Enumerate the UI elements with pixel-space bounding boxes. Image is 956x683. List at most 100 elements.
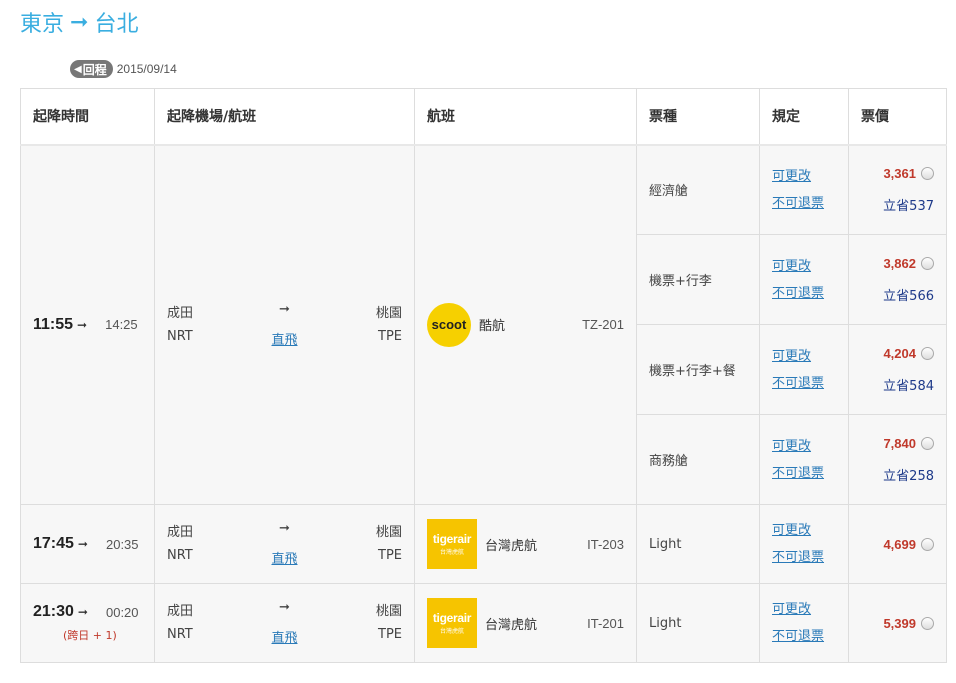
tigerair-logo-sub: 台灣虎航 bbox=[439, 550, 464, 556]
airline-name: 台灣虎航 bbox=[485, 617, 538, 633]
destination-code: TPE bbox=[378, 548, 402, 563]
arrival-time: 20:35 bbox=[105, 536, 139, 552]
fare-price: 3,361 bbox=[883, 165, 916, 181]
route-arrow-icon: ➞ bbox=[279, 600, 290, 615]
fare-select-radio[interactable] bbox=[921, 436, 934, 450]
refund-rule-link[interactable]: 不可退票 bbox=[772, 190, 848, 217]
header-rules: 規定 bbox=[759, 88, 849, 146]
tigerair-logo-text: tigerair bbox=[432, 532, 472, 546]
rules-cell: 可更改 不可退票 bbox=[759, 504, 849, 584]
origin-code: NRT bbox=[167, 548, 193, 563]
fare-price: 4,699 bbox=[883, 536, 916, 552]
header-time: 起降時間 bbox=[20, 88, 155, 146]
price-cell: 4,699 bbox=[848, 504, 947, 584]
destination-city: 台北 bbox=[94, 12, 139, 37]
airline-name: 台灣虎航 bbox=[485, 538, 538, 554]
time-arrow-icon: ➞ bbox=[77, 605, 88, 619]
refund-rule-link[interactable]: 不可退票 bbox=[772, 280, 848, 307]
route-arrow-icon: ➞ bbox=[279, 301, 290, 317]
rules-cell: 可更改 不可退票 bbox=[759, 144, 849, 235]
refund-rule-link[interactable]: 不可退票 bbox=[772, 370, 848, 397]
route-arrow-icon: ➞ bbox=[279, 521, 290, 536]
header-flight: 航班 bbox=[414, 88, 637, 146]
direct-flight-link[interactable]: 直飛 bbox=[271, 552, 297, 567]
fare-price: 4,204 bbox=[883, 345, 916, 361]
arrival-time: 14:25 bbox=[105, 317, 138, 333]
flights-table: 起降時間 起降機場/航班 航班 票種 規定 票價 11:55 ➞ 14:25 成… bbox=[20, 88, 947, 663]
change-rule-link[interactable]: 可更改 bbox=[772, 596, 848, 623]
direct-flight-link[interactable]: 直飛 bbox=[271, 631, 297, 646]
return-label: 回程 bbox=[82, 62, 107, 77]
time-arrow-icon: ➞ bbox=[77, 317, 88, 332]
fare-select-radio[interactable] bbox=[921, 256, 934, 270]
route-title: 東京 ➞ 台北 bbox=[20, 6, 138, 38]
change-rule-link[interactable]: 可更改 bbox=[772, 343, 848, 370]
scoot-logo: scoot bbox=[427, 302, 471, 347]
time-cell: 17:45 ➞ 20:35 bbox=[20, 504, 155, 584]
fare-select-radio[interactable] bbox=[921, 537, 934, 551]
flight-number: TZ-201 bbox=[582, 317, 624, 333]
change-rule-link[interactable]: 可更改 bbox=[772, 517, 848, 544]
flight-rows: 11:55 ➞ 14:25 成田 ➞ 桃園 NRT 直飛 TPE scoot 酷… bbox=[20, 144, 947, 663]
header-fare-type: 票種 bbox=[636, 88, 760, 146]
refund-rule-link[interactable]: 不可退票 bbox=[772, 623, 848, 650]
time-cell: 11:55 ➞ 14:25 bbox=[20, 144, 155, 505]
fare-select-radio[interactable] bbox=[921, 616, 934, 630]
fare-type: 機票+行李 bbox=[636, 234, 760, 325]
destination-airport: 桃園 bbox=[375, 604, 402, 619]
return-info: ◀ 回程 2015/09/14 bbox=[70, 60, 177, 78]
time-cell: 21:30 ➞ 00:20 (跨日 + 1) bbox=[20, 583, 155, 663]
flight-number: IT-201 bbox=[587, 615, 624, 631]
time-arrow-icon: ➞ bbox=[77, 537, 88, 551]
fare-price: 7,840 bbox=[883, 435, 916, 451]
table-header-row: 起降時間 起降機場/航班 航班 票種 規定 票價 bbox=[20, 88, 947, 146]
rules-cell: 可更改 不可退票 bbox=[759, 234, 849, 325]
destination-airport: 桃園 bbox=[375, 305, 402, 321]
tigerair-logo: tigerair 台灣虎航 bbox=[427, 519, 477, 569]
flight-cell: tigerair 台灣虎航 台灣虎航 IT-203 bbox=[414, 504, 637, 584]
fare-type: Light bbox=[636, 583, 760, 663]
tigerair-logo-text: tigerair bbox=[432, 611, 472, 625]
savings-label: 立省566 bbox=[883, 288, 934, 304]
return-date: 2015/09/14 bbox=[116, 62, 177, 76]
change-rule-link[interactable]: 可更改 bbox=[772, 163, 848, 190]
fare-select-radio[interactable] bbox=[921, 166, 934, 180]
flight-cell: scoot 酷航 TZ-201 bbox=[414, 144, 637, 505]
destination-airport: 桃園 bbox=[375, 525, 402, 540]
refund-rule-link[interactable]: 不可退票 bbox=[772, 460, 848, 487]
fare-type: 經濟艙 bbox=[636, 144, 760, 235]
origin-code: NRT bbox=[167, 328, 193, 344]
table-row: 17:45 ➞ 20:35 成田 ➞ 桃園 NRT 直飛 TPE tigerai… bbox=[20, 504, 947, 584]
savings-label: 立省537 bbox=[883, 198, 934, 214]
fare-type: 機票+行李+餐 bbox=[636, 324, 760, 415]
origin-city: 東京 bbox=[20, 12, 65, 37]
direct-flight-link[interactable]: 直飛 bbox=[271, 333, 297, 348]
departure-time: 11:55 bbox=[33, 315, 74, 333]
fare-type: Light bbox=[636, 504, 760, 584]
fare-price: 3,862 bbox=[883, 255, 916, 271]
departure-time: 17:45 bbox=[33, 535, 74, 552]
savings-label: 立省258 bbox=[883, 468, 934, 484]
destination-code: TPE bbox=[378, 627, 402, 642]
fare-select-radio[interactable] bbox=[921, 346, 934, 360]
change-rule-link[interactable]: 可更改 bbox=[772, 433, 848, 460]
header-price: 票價 bbox=[848, 88, 947, 146]
departure-time: 21:30 bbox=[33, 603, 74, 620]
table-row: 21:30 ➞ 00:20 (跨日 + 1) 成田 ➞ 桃園 NRT 直飛 TP… bbox=[20, 583, 947, 663]
rules-cell: 可更改 不可退票 bbox=[759, 324, 849, 415]
refund-rule-link[interactable]: 不可退票 bbox=[772, 544, 848, 571]
header-airport: 起降機場/航班 bbox=[154, 88, 415, 146]
change-rule-link[interactable]: 可更改 bbox=[772, 253, 848, 280]
savings-label: 立省584 bbox=[883, 378, 934, 394]
airport-cell: 成田 ➞ 桃園 NRT 直飛 TPE bbox=[154, 144, 415, 505]
airport-cell: 成田 ➞ 桃園 NRT 直飛 TPE bbox=[154, 583, 415, 663]
back-arrow-icon: ◀ bbox=[74, 63, 82, 75]
route-arrow-icon: ➞ bbox=[70, 9, 89, 35]
tigerair-logo: tigerair 台灣虎航 bbox=[427, 598, 477, 648]
destination-code: TPE bbox=[378, 328, 402, 344]
price-cell: 4,204 立省584 bbox=[848, 324, 947, 415]
fare-type: 商務艙 bbox=[636, 414, 760, 505]
fare-price: 5,399 bbox=[883, 615, 916, 631]
return-button[interactable]: ◀ 回程 bbox=[70, 60, 113, 78]
flight-cell: tigerair 台灣虎航 台灣虎航 IT-201 bbox=[414, 583, 637, 663]
